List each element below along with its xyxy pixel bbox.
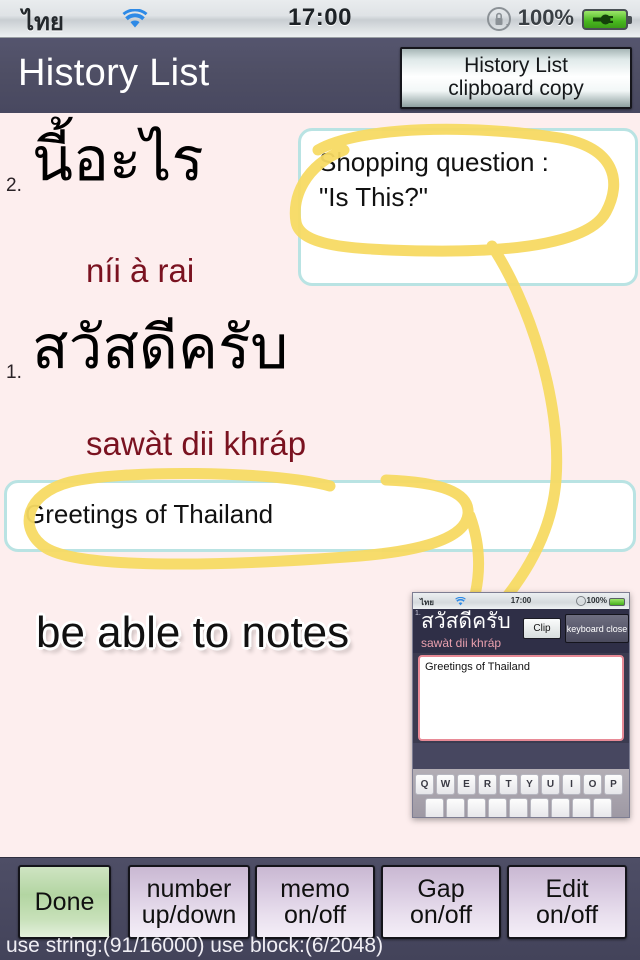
inset-memo-text: Greetings of Thailand (425, 661, 530, 673)
inset-key-e[interactable]: E (457, 774, 476, 795)
inset-key-p[interactable]: P (604, 774, 623, 795)
toolbar-button-done[interactable]: Done (18, 865, 111, 939)
memo-box-2[interactable]: Shopping question : "Is This?" (298, 128, 638, 286)
plug-icon (593, 14, 613, 25)
toolbar-button-label-line2: on/off (409, 901, 473, 929)
inset-key-row2[interactable] (593, 798, 612, 817)
battery-charging-icon (582, 9, 632, 30)
inset-entry-number: 1. (415, 610, 421, 617)
entry-roman-1: sawàt dii khráp (86, 425, 307, 462)
inset-key-row2[interactable] (446, 798, 465, 817)
toolbar-button-number[interactable]: number up/down (128, 865, 250, 939)
inset-key-row2[interactable] (467, 798, 486, 817)
battery-percent-label: 100% (517, 5, 574, 30)
inset-screenshot-preview: ไทย 17:00 100% 1. สวัสดีครับ sawàt dii k… (412, 592, 630, 818)
bottom-toolbar: Done number up/down memo on/off Gap on/off Edit… (0, 857, 640, 960)
inset-key-row2[interactable] (530, 798, 549, 817)
inset-key-row2[interactable] (509, 798, 528, 817)
entry-roman-2: níi à rai (86, 252, 195, 289)
entry-number-1: 1. (6, 362, 22, 383)
inset-keyboard[interactable]: QWERTYUIOP (413, 769, 629, 817)
toolbar-button-row: Done number up/down memo on/off Gap on/off Edit… (0, 865, 640, 939)
inset-key-row2[interactable] (425, 798, 444, 817)
memo-box-1[interactable]: Greetings of Thailand (4, 480, 636, 552)
app-screen: ไทย 17:00 100% History List History List… (0, 0, 640, 960)
inset-key-row2[interactable] (572, 798, 591, 817)
toolbar-button-label-line1: memo (280, 874, 350, 903)
inset-key-o[interactable]: O (583, 774, 602, 795)
toolbar-button-memo[interactable]: memo on/off (255, 865, 375, 939)
toolbar-button-gap[interactable]: Gap on/off (381, 865, 501, 939)
inset-navigation-bar: 1. สวัสดีครับ sawàt dii khráp Clip keybo… (413, 609, 629, 653)
entry-number-2: 2. (6, 175, 22, 196)
inset-entry-thai: สวัสดีครับ (421, 609, 511, 633)
toolbar-button-label-line2: up/down (141, 901, 237, 929)
page-title: History List (18, 52, 210, 94)
inset-key-t[interactable]: T (499, 774, 518, 795)
marker-connector-stroke (462, 240, 563, 646)
toolbar-button-edit[interactable]: Edit on/off (507, 865, 627, 939)
entry-thai-2[interactable]: นี้อะไร (32, 130, 204, 190)
inset-battery-percent: 100% (586, 596, 607, 605)
inset-battery-icon (609, 598, 625, 606)
inset-key-u[interactable]: U (541, 774, 560, 795)
inset-key-r[interactable]: R (478, 774, 497, 795)
toolbar-button-label-line1: Edit (545, 874, 589, 903)
navigation-bar: History List History List clipboard copy (0, 38, 640, 113)
usage-status-text: use string:(91/16000) use block:(6/2048) (6, 934, 384, 957)
toolbar-button-label-line1: Done (34, 887, 95, 916)
inset-rotation-lock-icon (576, 596, 586, 606)
toolbar-button-label-line2: on/off (283, 901, 347, 929)
status-bar: ไทย 17:00 100% (0, 0, 640, 38)
entry-thai-1[interactable]: สวัสดีครับ (32, 318, 288, 378)
inset-entry-roman: sawàt dii khráp (421, 636, 502, 650)
toolbar-button-label-line1: number (146, 874, 232, 903)
toolbar-button-label-line1: Gap (417, 874, 465, 903)
rotation-lock-icon (487, 7, 511, 31)
inset-gap-area (413, 743, 629, 769)
inset-key-row2[interactable] (551, 798, 570, 817)
memo-text-1: Greetings of Thailand (25, 499, 274, 529)
inset-key-i[interactable]: I (562, 774, 581, 795)
clipboard-button-line1: History List (464, 54, 568, 78)
toolbar-button-label-line2: on/off (535, 901, 599, 929)
inset-key-y[interactable]: Y (520, 774, 539, 795)
inset-key-q[interactable]: Q (415, 774, 434, 795)
inset-key-w[interactable]: W (436, 774, 455, 795)
clipboard-button-line2: clipboard copy (448, 77, 584, 100)
inset-memo-textarea[interactable]: Greetings of Thailand (418, 655, 624, 741)
inset-keyboard-close-button[interactable]: keyboard close (565, 614, 629, 643)
inset-keyboard-row-2 (425, 798, 612, 817)
history-list-clipboard-copy-button[interactable]: History List clipboard copy (400, 47, 632, 109)
memo-text-2: Shopping question : "Is This?" (319, 147, 549, 213)
inset-clip-button[interactable]: Clip (523, 618, 561, 639)
inset-key-row2[interactable] (488, 798, 507, 817)
handwritten-note: be able to notes (36, 608, 350, 657)
inset-status-bar: ไทย 17:00 100% (413, 593, 629, 609)
inset-keyboard-row-1: QWERTYUIOP (415, 774, 623, 795)
